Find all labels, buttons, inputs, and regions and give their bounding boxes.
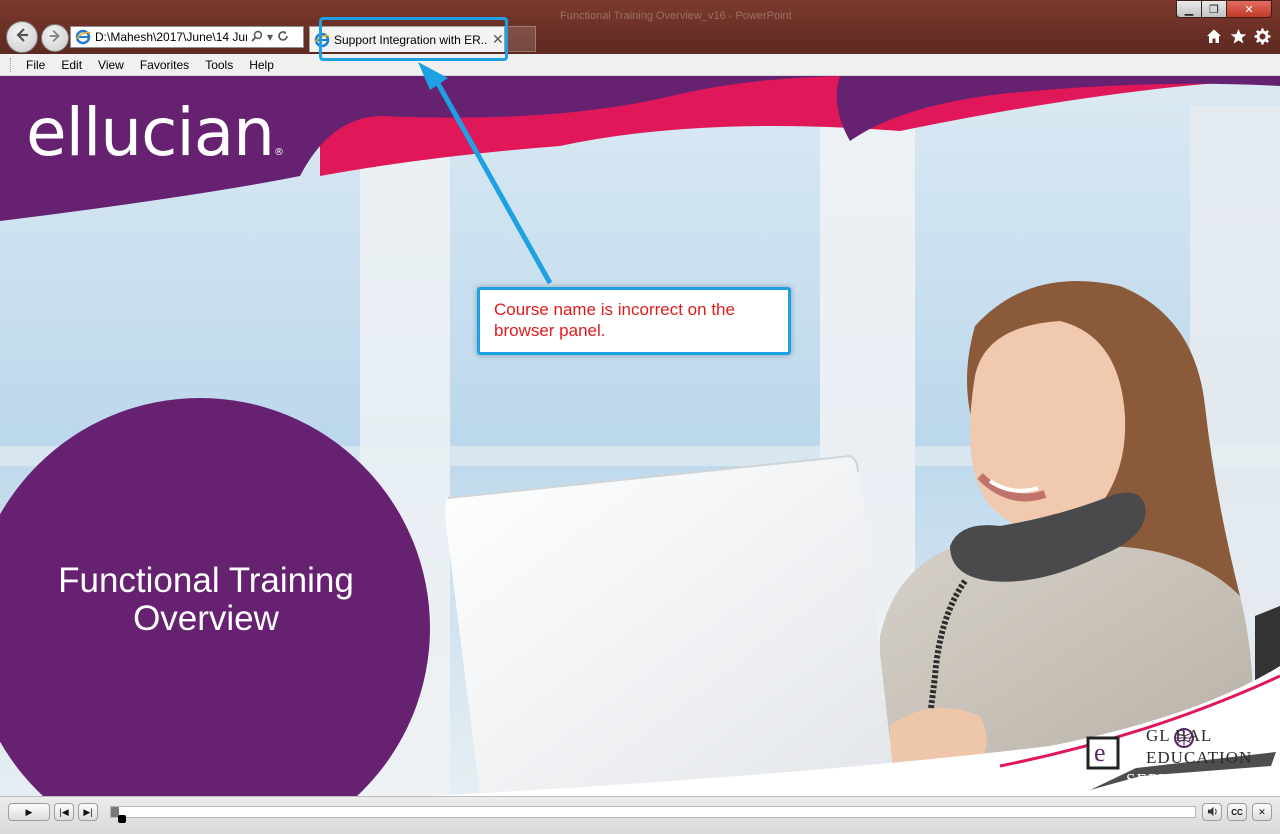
- volume-icon: [1207, 806, 1218, 819]
- slide-title: Functional Training Overview: [16, 562, 396, 638]
- progress-handle[interactable]: [118, 815, 126, 823]
- global-education-services-logo: e GL BAL EDUCATION SERVICES: [1086, 726, 1278, 794]
- menu-file[interactable]: File: [18, 58, 53, 72]
- menu-help[interactable]: Help: [241, 58, 282, 72]
- background-window-title: Functional Training Overview_v16 - Power…: [560, 10, 792, 22]
- menu-grip: [10, 57, 12, 72]
- refresh-icon[interactable]: [277, 30, 289, 45]
- back-button[interactable]: [6, 21, 38, 53]
- slide-title-line-2: Overview: [133, 599, 279, 638]
- rewind-button[interactable]: |◀: [54, 803, 74, 821]
- minimize-button[interactable]: ▁: [1176, 0, 1202, 18]
- menu-bar: File Edit View Favorites Tools Help: [0, 54, 1280, 76]
- menu-edit[interactable]: Edit: [53, 58, 90, 72]
- menu-tools[interactable]: Tools: [197, 58, 241, 72]
- search-icon[interactable]: [251, 30, 263, 45]
- progress-bar[interactable]: [110, 806, 1196, 818]
- menu-view[interactable]: View: [90, 58, 132, 72]
- volume-button[interactable]: [1202, 803, 1222, 821]
- annotation-text-line-1: Course name is incorrect on the: [494, 300, 735, 319]
- ges-line-2: EDUCATION: [1146, 748, 1253, 767]
- address-text: D:\Mahesh\2017\June\14 Jur: [95, 30, 247, 44]
- home-icon[interactable]: [1206, 28, 1222, 47]
- forward-button[interactable]: [41, 24, 69, 52]
- player-controls: ▶ |◀ ▶| CC ✕: [0, 796, 1280, 834]
- new-tab-button[interactable]: [506, 26, 536, 52]
- window-close-button[interactable]: ✕: [1226, 0, 1272, 18]
- ges-line-3: SERVICES: [1126, 770, 1213, 789]
- address-bar[interactable]: D:\Mahesh\2017\June\14 Jur ▾: [70, 26, 304, 48]
- forward-arrow-icon: [47, 28, 63, 49]
- maximize-button[interactable]: ❐: [1201, 0, 1227, 18]
- star-icon[interactable]: [1230, 28, 1247, 48]
- ges-letter: e: [1094, 738, 1106, 767]
- slide: ellucian® Functional Training Overview e…: [0, 76, 1280, 796]
- closed-captions-button[interactable]: CC: [1227, 803, 1247, 821]
- slide-title-line-1: Functional Training: [58, 561, 354, 600]
- player-close-button[interactable]: ✕: [1252, 803, 1272, 821]
- ges-line-1: GL BAL: [1146, 726, 1213, 745]
- menu-favorites[interactable]: Favorites: [132, 58, 197, 72]
- browser-titlebar: Functional Training Overview_v16 - Power…: [0, 0, 1280, 54]
- next-button[interactable]: ▶|: [78, 803, 98, 821]
- slide-background: [0, 76, 1280, 796]
- gear-icon[interactable]: [1254, 28, 1271, 48]
- annotation-callout: Course name is incorrect on the browser …: [477, 287, 791, 355]
- registered-mark: ®: [274, 147, 284, 158]
- back-arrow-icon: [13, 26, 31, 49]
- brand-text: ellucian: [26, 94, 275, 171]
- annotation-text-line-2: browser panel.: [494, 321, 606, 340]
- dropdown-chevron-icon[interactable]: ▾: [267, 30, 273, 44]
- tab-highlight-box: [319, 17, 508, 61]
- ellucian-logo: ellucian®: [26, 94, 284, 171]
- play-button[interactable]: ▶: [8, 803, 50, 821]
- ie-page-icon: [75, 29, 91, 45]
